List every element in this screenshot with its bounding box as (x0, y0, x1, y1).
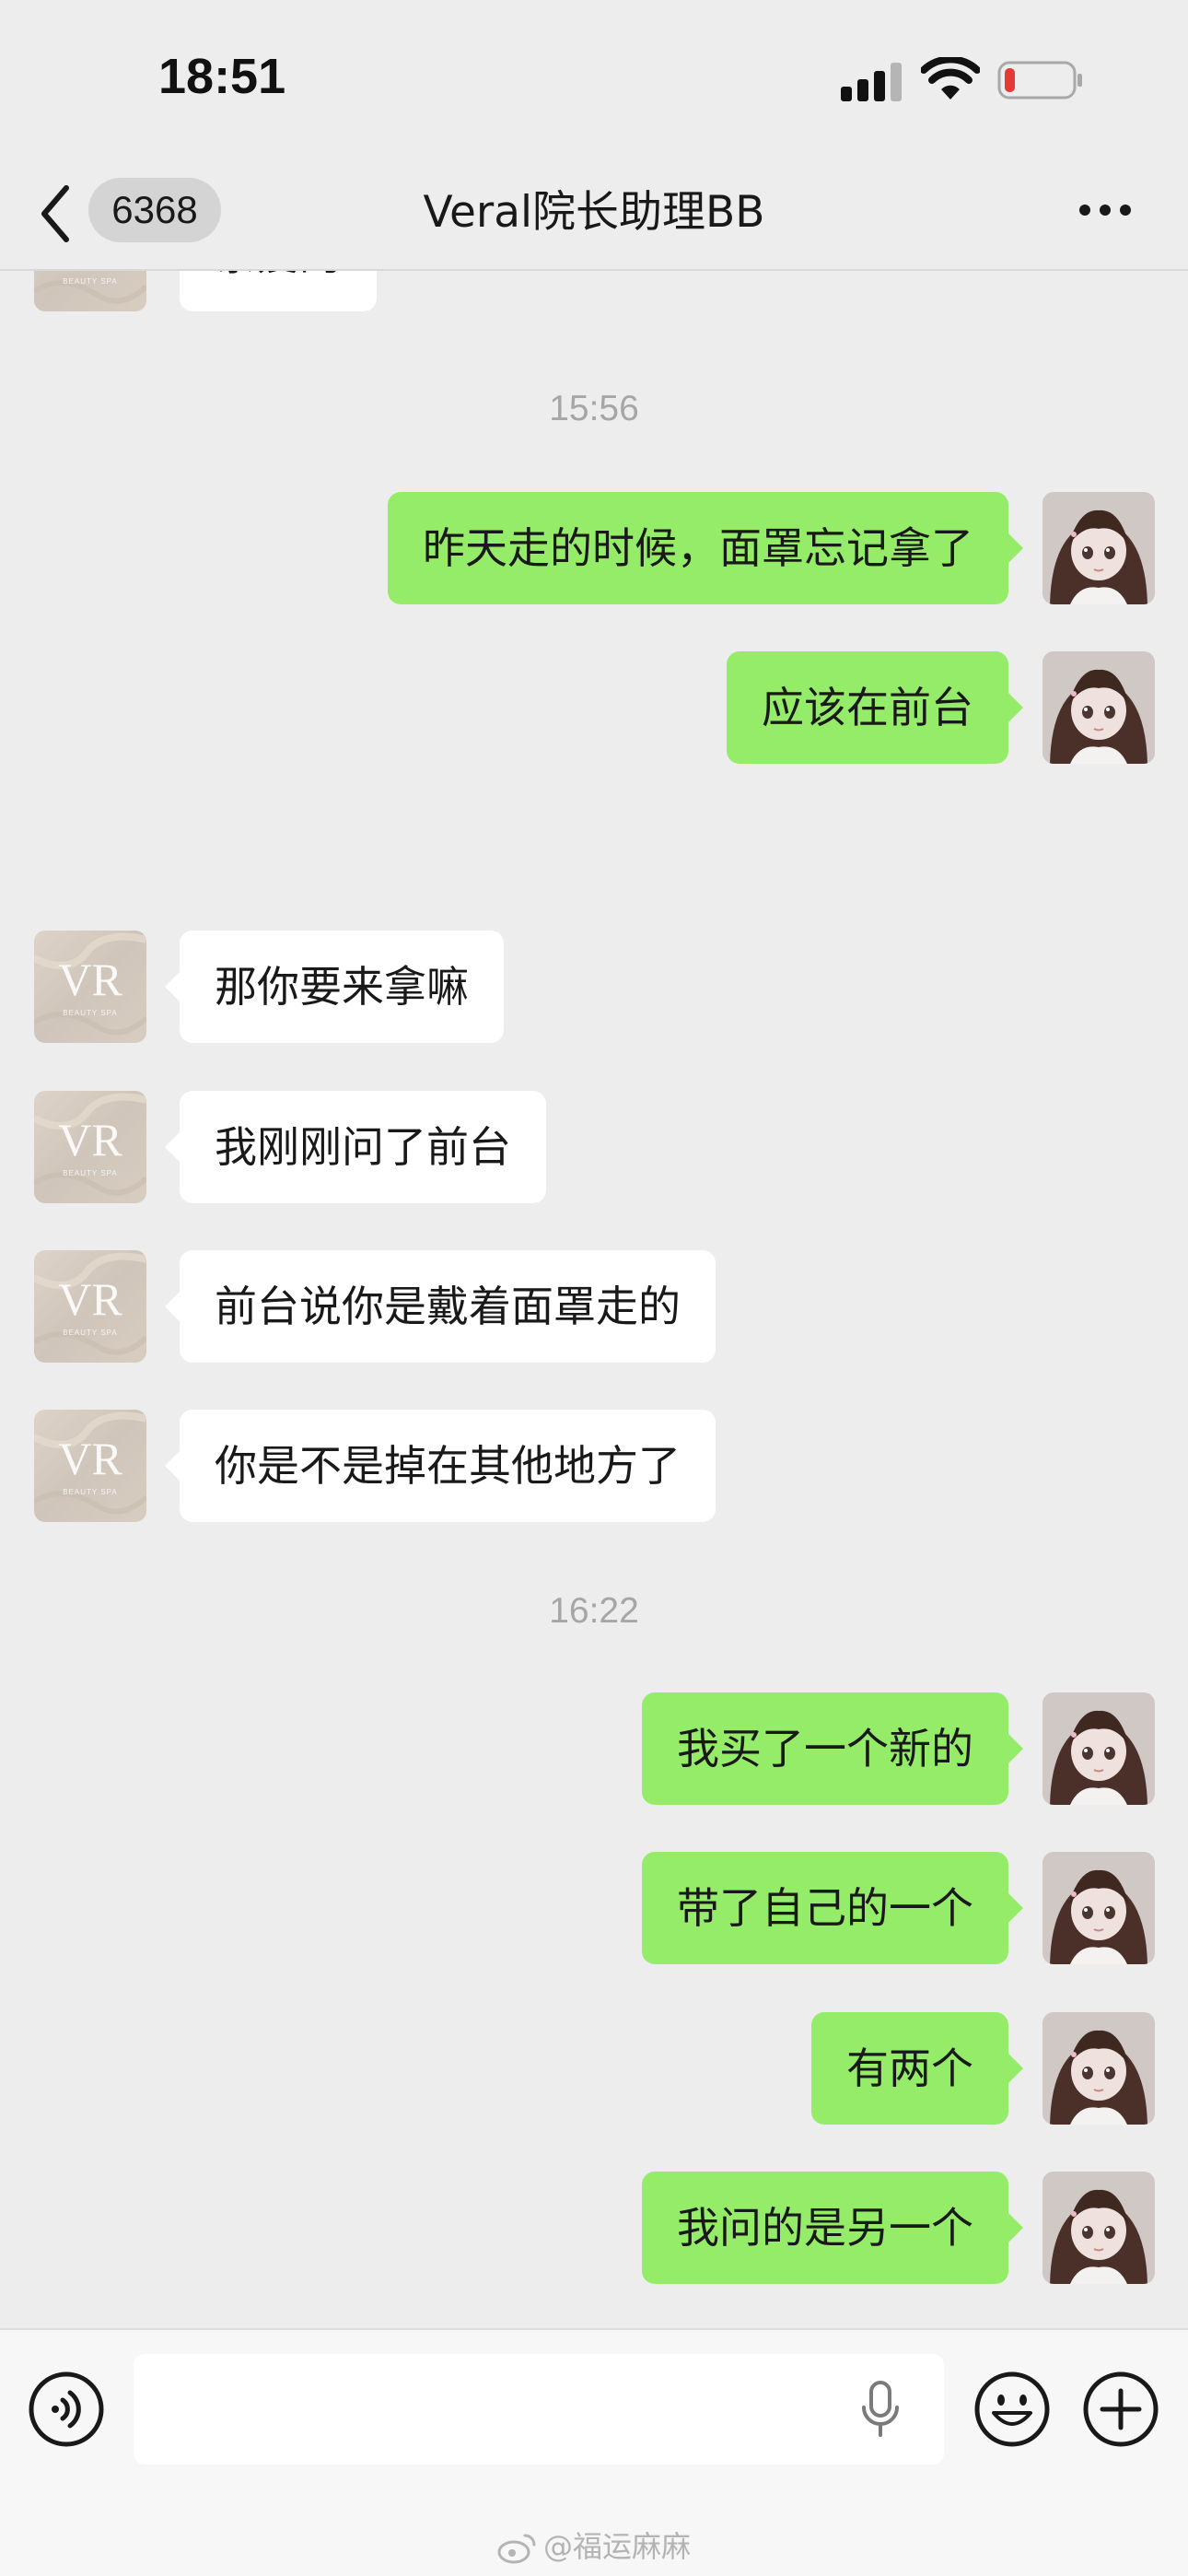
message-timestamp: 15:56 (549, 389, 639, 428)
message-input[interactable] (134, 2354, 944, 2465)
user-avatar[interactable] (1042, 2012, 1155, 2125)
user-avatar[interactable] (1042, 651, 1155, 764)
watermark: @福运麻麻 (0, 2523, 1188, 2566)
user-avatar[interactable] (1042, 2172, 1155, 2284)
chevron-left-icon[interactable] (37, 182, 74, 245)
status-time: 18:51 (158, 49, 286, 104)
incoming-message-bubble[interactable]: 那你要来拿嘛 (165, 931, 504, 1043)
outgoing-message-bubble[interactable]: 昨天走的时候，面罩忘记拿了 (388, 492, 1023, 604)
avatar-monogram: VR (58, 954, 122, 1005)
status-bar: 18:51 (0, 0, 1188, 157)
smiley-icon[interactable] (973, 2371, 1051, 2448)
input-bar: @福运麻麻 (0, 2328, 1188, 2576)
outgoing-message-bubble[interactable]: 我买了一个新的 (642, 1692, 1023, 1805)
avatar-monogram: VR (58, 271, 122, 274)
avatar-monogram: VR (58, 1433, 122, 1484)
wifi-icon (921, 57, 980, 100)
incoming-message-bubble[interactable]: 你是不是掉在其他地方了 (165, 1410, 716, 1522)
contact-avatar[interactable]: VR BEAUTY SPA (34, 1410, 146, 1522)
contact-avatar[interactable]: VR BEAUTY SPA (34, 271, 146, 311)
avatar-brand-text: BEAUTY SPA (63, 1009, 118, 1017)
incoming-message-bubble[interactable]: 前台说你是戴着面罩走的 (165, 1250, 716, 1363)
message-timestamp: 16:22 (549, 1591, 639, 1631)
microphone-icon[interactable] (860, 2380, 901, 2439)
avatar-monogram: VR (58, 1114, 122, 1165)
weibo-icon (497, 2534, 536, 2564)
chat-header: 6368 Veral院长助理BB (0, 157, 1188, 271)
user-avatar[interactable] (1042, 1852, 1155, 1964)
contact-avatar[interactable]: VR BEAUTY SPA (34, 931, 146, 1043)
user-avatar[interactable] (1042, 492, 1155, 604)
avatar-brand-text: BEAUTY SPA (63, 1169, 118, 1177)
watermark-text: @福运麻麻 (542, 2529, 691, 2564)
incoming-message-bubble[interactable]: 我刚刚问了前台 (165, 1091, 546, 1203)
cellular-signal-icon (841, 63, 902, 101)
user-avatar[interactable] (1042, 1692, 1155, 1805)
message-list[interactable]: VR BEAUTY SPA 亲爱的 15:56 昨天走的时候，面罩忘记拿了 应该在… (0, 271, 1188, 2328)
contact-avatar[interactable]: VR BEAUTY SPA (34, 1250, 146, 1363)
avatar-brand-text: BEAUTY SPA (63, 277, 118, 286)
unread-count-badge[interactable]: 6368 (88, 178, 221, 242)
voice-wave-icon[interactable] (28, 2371, 105, 2448)
outgoing-message-bubble[interactable]: 带了自己的一个 (642, 1852, 1023, 1964)
avatar-monogram: VR (58, 1273, 122, 1325)
ellipsis-icon[interactable] (1077, 201, 1133, 219)
incoming-message-bubble[interactable]: 亲爱的 (180, 271, 377, 311)
battery-icon (997, 61, 1082, 100)
avatar-brand-text: BEAUTY SPA (63, 1329, 118, 1337)
contact-avatar[interactable]: VR BEAUTY SPA (34, 1091, 146, 1203)
outgoing-message-bubble[interactable]: 有两个 (811, 2012, 1023, 2125)
outgoing-message-bubble[interactable]: 应该在前台 (727, 651, 1023, 764)
plus-circle-icon[interactable] (1082, 2371, 1159, 2448)
avatar-brand-text: BEAUTY SPA (63, 1488, 118, 1496)
outgoing-message-bubble[interactable]: 我问的是另一个 (642, 2172, 1023, 2284)
chat-title: Veral院长助理BB (423, 187, 765, 238)
